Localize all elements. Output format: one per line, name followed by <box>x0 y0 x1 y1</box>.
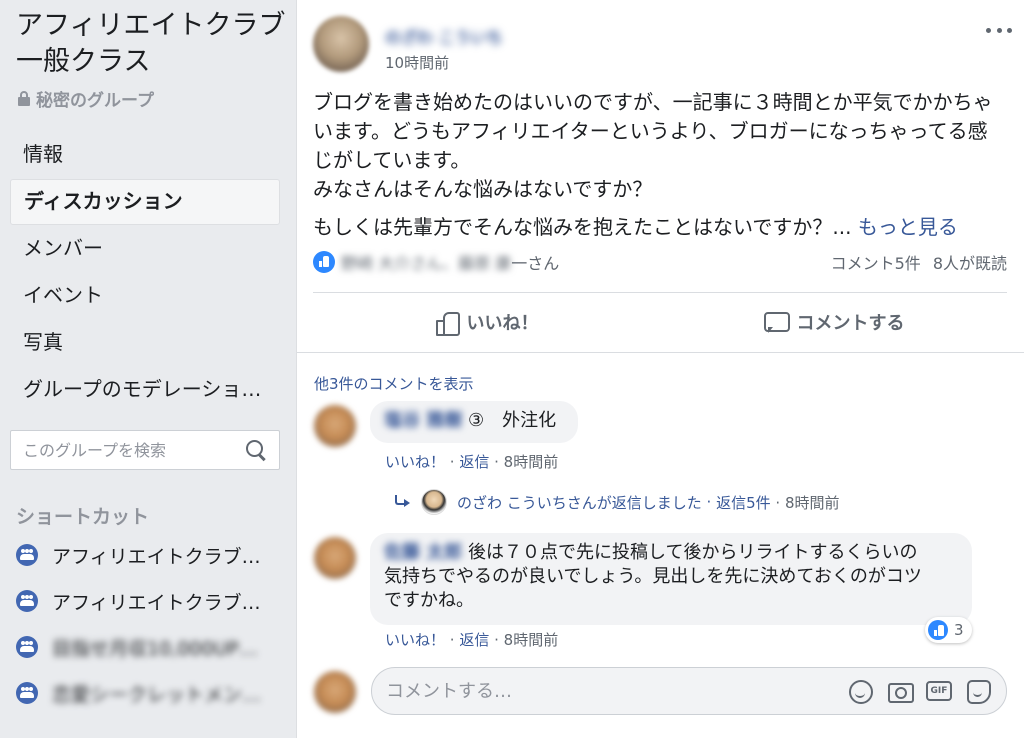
author-avatar[interactable] <box>313 16 369 72</box>
nav-item-events[interactable]: イベント <box>10 273 280 319</box>
shortcut-item[interactable]: 目指せ月収10,000UP… <box>16 624 286 670</box>
post-text-line: じがしています。 <box>313 148 471 172</box>
group-title[interactable]: アフィリエイトクラブ一般クラス <box>16 8 286 80</box>
composer-tools: GIF <box>846 677 992 705</box>
post-stats: コメント5件 8人が既読 <box>831 250 1007 274</box>
shortcut-item[interactable]: アフィリエイトクラブ… <box>16 532 286 578</box>
see-more-link[interactable]: もっと見る <box>858 215 958 239</box>
like-button[interactable]: いいね！ <box>313 294 660 350</box>
shortcut-label: アフィリエイトクラブ… <box>52 545 261 568</box>
comments-section: 他3件のコメントを表示 塩谷 雅樹 ③ 外注化 いいね！ · 返信 · 8時間前… <box>297 352 1024 738</box>
comment-bubble: 塩谷 雅樹 ③ 外注化 <box>370 401 578 443</box>
post-text-line: もしくは先輩方でそんな悩みを抱えたことはないですか？... もっと見る <box>313 213 1013 242</box>
group-sidebar: アフィリエイトクラブ一般クラス 秘密のグループ 情報 ディスカッション メンバー… <box>0 0 290 738</box>
comment-input[interactable] <box>372 668 846 714</box>
reaction-count: 3 <box>954 621 964 639</box>
shortcut-label: 目指せ月収10,000UP… <box>52 637 258 660</box>
post-text-line: います。どうもアフィリエイターというより、ブロガーになっちゃってる感 <box>313 119 988 143</box>
shortcut-label: アフィリエイトクラブ… <box>52 591 261 614</box>
shortcuts-list: アフィリエイトクラブ… アフィリエイトクラブ… 目指せ月収10,000UP… 恋… <box>16 532 286 716</box>
comment-text: ですかね。 <box>384 590 474 611</box>
post-timestamp[interactable]: 10時間前 <box>385 52 449 73</box>
reply-author-avatar <box>421 489 447 515</box>
group-search-input[interactable] <box>11 431 245 469</box>
comment-meta: いいね！ · 返信 · 8時間前 <box>385 453 559 471</box>
comment-text: 気持ちでやるのが良いでしょう。見出しを先に決めておくのがコツ <box>384 566 922 587</box>
post-card: のざわ こういち 10時間前 ブログを書き始めたのはいいのですが、一記事に３時間… <box>296 0 1024 738</box>
group-icon <box>16 544 38 566</box>
nav-item-members[interactable]: メンバー <box>10 226 280 272</box>
reactor-names: 野崎 大介さん、藤原 康 <box>341 254 512 273</box>
post-actions: いいね！ コメントする <box>313 294 1007 350</box>
like-reaction-icon <box>928 620 948 640</box>
group-nav: 情報 ディスカッション メンバー イベント 写真 グループのモデレーショ… <box>10 132 280 414</box>
nav-item-moderation[interactable]: グループのモデレーショ… <box>10 367 280 413</box>
reply-count: 返信5件 <box>716 493 771 512</box>
comment-text: ③ 外注化 <box>468 410 557 431</box>
reactor-suffix: 一さん <box>511 254 560 273</box>
post-text-line: みなさんはそんな悩みはないですか？ <box>313 177 653 201</box>
post-author[interactable]: のざわ こういち <box>385 24 503 48</box>
sticker-icon[interactable] <box>964 677 992 705</box>
commenter-avatar[interactable] <box>314 405 356 447</box>
comment-composer: GIF <box>371 667 1007 715</box>
shortcut-item[interactable]: 恋愛シークレットメン… <box>16 670 286 716</box>
camera-icon[interactable] <box>886 677 914 705</box>
group-search <box>10 430 280 470</box>
reply-summary-text: のざわ こういちさんが返信しました <box>457 493 702 512</box>
commenter-name[interactable]: 佐藤 太郎 <box>384 541 462 565</box>
comment-like-link[interactable]: いいね！ <box>385 453 445 471</box>
group-privacy: 秘密のグループ <box>18 86 154 111</box>
nav-item-about[interactable]: 情報 <box>10 132 280 178</box>
group-icon <box>16 590 38 612</box>
shortcut-label: 恋愛シークレットメン… <box>52 683 262 706</box>
comment-button[interactable]: コメントする <box>660 294 1007 350</box>
nav-item-photos[interactable]: 写真 <box>10 320 280 366</box>
reply-arrow-icon <box>393 495 411 509</box>
emoji-icon[interactable] <box>846 677 874 705</box>
comment-text: 後は７０点で先に投稿して後からリライトするくらいの <box>468 542 918 563</box>
comment-count[interactable]: コメント5件 <box>831 250 921 274</box>
current-user-avatar[interactable] <box>314 671 356 713</box>
seen-count[interactable]: 8人が既読 <box>933 250 1007 274</box>
commenter-name[interactable]: 塩谷 雅樹 <box>384 409 462 433</box>
shortcuts-heading: ショートカット <box>16 506 150 528</box>
more-options-icon[interactable] <box>986 22 1012 38</box>
privacy-label: 秘密のグループ <box>36 91 154 111</box>
like-reaction-icon <box>313 251 335 273</box>
lock-icon <box>18 91 30 106</box>
replies-summary[interactable]: のざわ こういちさんが返信しました · 返信5件 · 8時間前 <box>393 489 840 515</box>
gif-icon[interactable]: GIF <box>926 681 952 701</box>
post-text-truncated: もしくは先輩方でそんな悩みを抱えたことはないですか？... <box>313 215 852 239</box>
comment-meta: いいね！ · 返信 · 8時間前 <box>385 631 559 649</box>
group-icon <box>16 682 38 704</box>
comment-button-label: コメントする <box>796 313 905 334</box>
comment-time[interactable]: 8時間前 <box>504 453 559 471</box>
comment-reply-link[interactable]: 返信 <box>459 453 489 471</box>
speech-bubble-icon <box>763 310 790 334</box>
reactions-summary: 野崎 大介さん、藤原 康一さん コメント5件 8人が既読 <box>313 248 1007 276</box>
comment-time[interactable]: 8時間前 <box>504 631 559 649</box>
commenter-avatar[interactable] <box>314 537 356 579</box>
group-icon <box>16 636 38 658</box>
search-icon[interactable] <box>245 439 267 461</box>
like-button-label: いいね！ <box>466 313 539 334</box>
nav-item-discussion[interactable]: ディスカッション <box>10 179 280 225</box>
reply-time: 8時間前 <box>784 493 840 512</box>
comment-reaction-count[interactable]: 3 <box>925 617 972 643</box>
post-body: ブログを書き始めたのはいいのですが、一記事に３時間とか平気でかかちゃ います。ど… <box>313 88 1013 242</box>
comment-bubble: 佐藤 太郎 後は７０点で先に投稿して後からリライトするくらいの 気持ちでやるのが… <box>370 533 972 625</box>
post-text-line: ブログを書き始めたのはいいのですが、一記事に３時間とか平気でかかちゃ <box>313 90 993 114</box>
thumbs-up-icon <box>435 310 460 336</box>
divider <box>313 292 1007 293</box>
comment-like-link[interactable]: いいね！ <box>385 631 445 649</box>
shortcut-item[interactable]: アフィリエイトクラブ… <box>16 578 286 624</box>
view-more-comments[interactable]: 他3件のコメントを表示 <box>314 373 474 394</box>
reactors-list[interactable]: 野崎 大介さん、藤原 康一さん <box>341 250 831 274</box>
comment-reply-link[interactable]: 返信 <box>459 631 489 649</box>
